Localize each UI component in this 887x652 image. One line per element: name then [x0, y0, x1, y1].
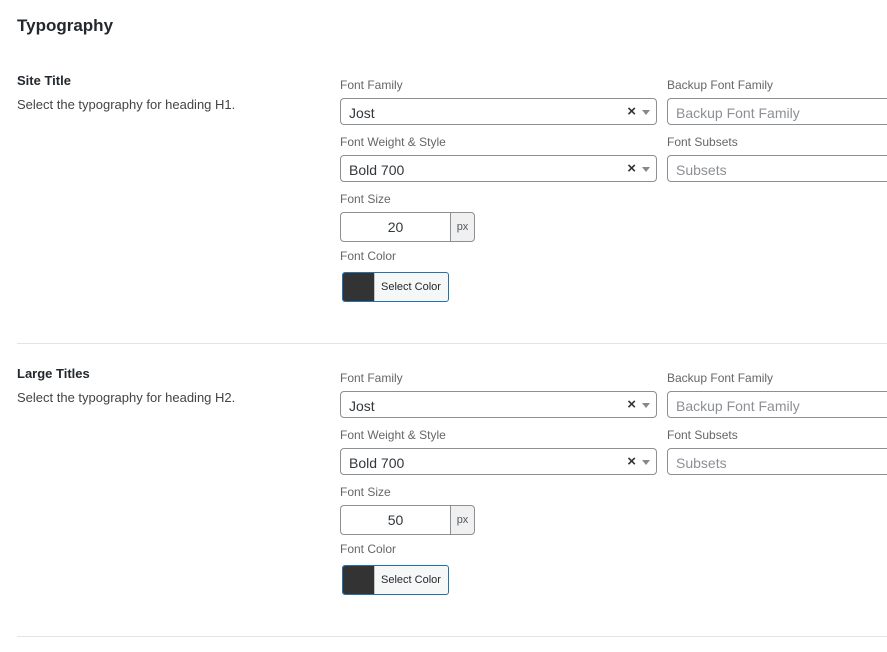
section-heading: Site Title: [17, 73, 71, 88]
section-heading: Large Titles: [17, 366, 90, 381]
section-description: Select the typography for heading H2.: [17, 390, 236, 405]
page-title: Typography: [17, 16, 114, 35]
font-subsets-input[interactable]: Subsets: [667, 448, 887, 475]
font-subsets-placeholder: Subsets: [676, 162, 727, 178]
font-size-label: Font Size: [340, 192, 391, 206]
color-swatch: [343, 273, 375, 301]
select-color-label: Select Color: [381, 574, 441, 586]
font-size-label: Font Size: [340, 485, 391, 499]
typography-section-site-title: Site Title Select the typography for hea…: [0, 73, 887, 343]
font-subsets-placeholder: Subsets: [676, 455, 727, 471]
font-size-input[interactable]: 20: [340, 212, 450, 242]
font-weight-value: Bold 700: [349, 455, 405, 471]
color-swatch: [343, 566, 375, 594]
backup-font-family-input[interactable]: Backup Font Family: [667, 391, 887, 418]
font-subsets-label: Font Subsets: [667, 135, 738, 149]
close-icon[interactable]: ×: [627, 160, 636, 177]
close-icon[interactable]: ×: [627, 453, 636, 470]
font-subsets-label: Font Subsets: [667, 428, 738, 442]
select-color-button[interactable]: Select Color: [342, 272, 449, 302]
close-icon[interactable]: ×: [627, 103, 636, 120]
backup-font-family-label: Backup Font Family: [667, 371, 774, 385]
backup-font-family-placeholder: Backup Font Family: [676, 105, 800, 121]
font-family-select[interactable]: Jost ×: [340, 98, 657, 125]
section-divider: [17, 636, 887, 637]
section-description: Select the typography for heading H1.: [17, 97, 236, 112]
font-size-unit: px: [450, 505, 475, 535]
font-family-select[interactable]: Jost ×: [340, 391, 657, 418]
backup-font-family-label: Backup Font Family: [667, 78, 774, 92]
font-subsets-input[interactable]: Subsets: [667, 155, 887, 182]
font-color-label: Font Color: [340, 249, 397, 263]
font-size-input[interactable]: 50: [340, 505, 450, 535]
font-weight-label: Font Weight & Style: [340, 428, 446, 442]
font-size-unit: px: [450, 212, 475, 242]
font-weight-select[interactable]: Bold 700 ×: [340, 448, 657, 475]
chevron-down-icon[interactable]: [642, 460, 650, 465]
backup-font-family-placeholder: Backup Font Family: [676, 398, 800, 414]
chevron-down-icon[interactable]: [642, 167, 650, 172]
font-family-label: Font Family: [340, 78, 403, 92]
select-color-label: Select Color: [381, 281, 441, 293]
chevron-down-icon[interactable]: [642, 403, 650, 408]
font-weight-select[interactable]: Bold 700 ×: [340, 155, 657, 182]
font-weight-label: Font Weight & Style: [340, 135, 446, 149]
section-divider: [17, 343, 887, 344]
close-icon[interactable]: ×: [627, 396, 636, 413]
backup-font-family-input[interactable]: Backup Font Family: [667, 98, 887, 125]
font-color-label: Font Color: [340, 542, 397, 556]
font-family-label: Font Family: [340, 371, 403, 385]
select-color-button[interactable]: Select Color: [342, 565, 449, 595]
font-family-value: Jost: [349, 105, 375, 121]
font-weight-value: Bold 700: [349, 162, 405, 178]
typography-section-large-titles: Large Titles Select the typography for h…: [0, 366, 887, 636]
chevron-down-icon[interactable]: [642, 110, 650, 115]
font-family-value: Jost: [349, 398, 375, 414]
